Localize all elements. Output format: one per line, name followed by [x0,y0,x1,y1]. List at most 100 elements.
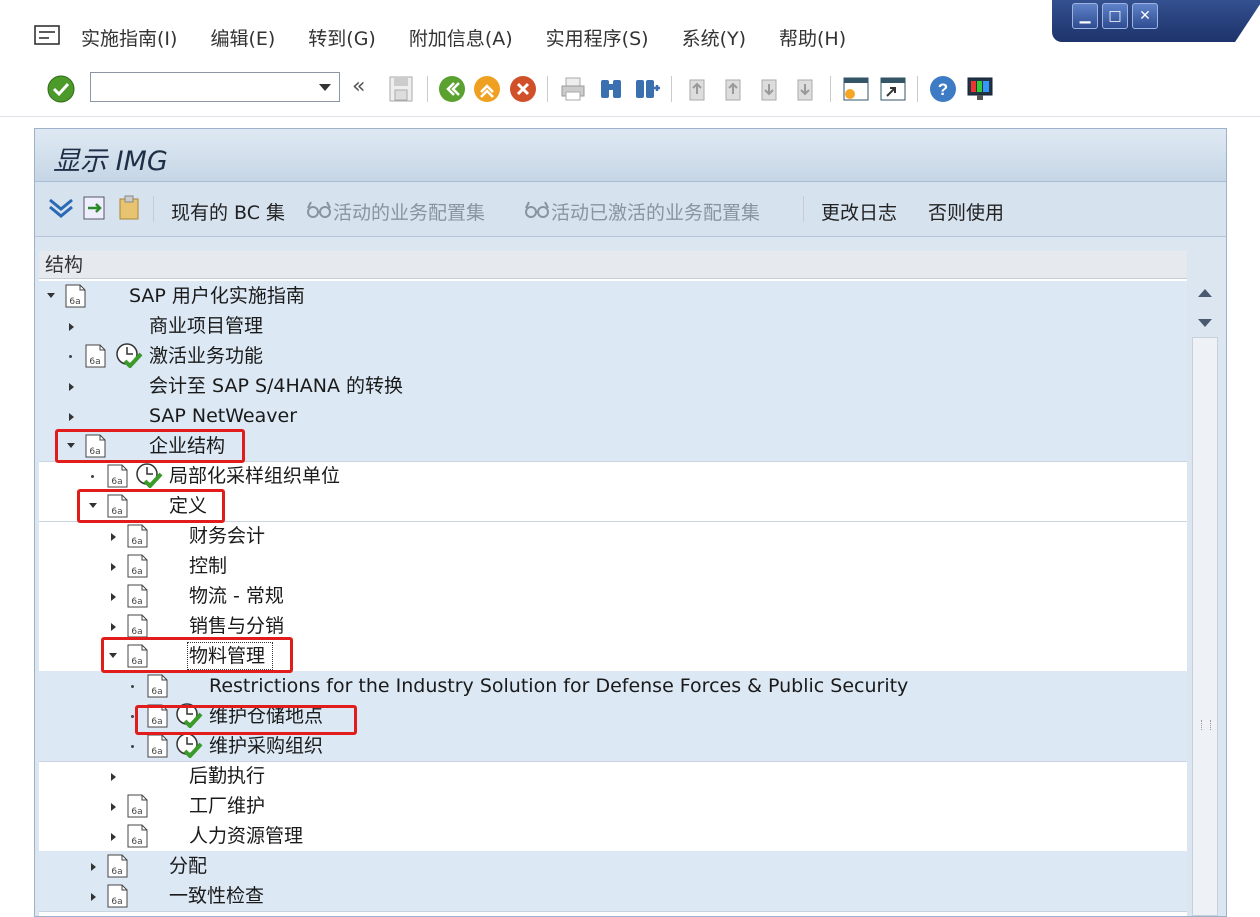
document-icon: 6a [127,524,148,548]
expand-arrow-icon[interactable] [91,893,96,901]
export-icon[interactable] [81,194,109,222]
scroll-track[interactable] [1192,337,1218,916]
document-icon[interactable]: 6a [145,734,171,758]
tree-node-label[interactable]: SAP NetWeaver [149,401,297,431]
tree-node[interactable]: 6a 财务会计 [39,521,1187,551]
tree-node[interactable]: SAP NetWeaver [39,401,1187,431]
expand-arrow-icon[interactable] [111,833,116,841]
menu-extras[interactable]: 附加信息(A) [409,24,513,51]
svg-text:6a: 6a [131,597,142,607]
tree-node-label[interactable]: 局部化采样组织单位 [169,461,340,491]
tree-node-label[interactable]: 分配 [169,851,207,881]
menu-system[interactable]: 系统(Y) [682,24,746,51]
exit-icon[interactable] [472,74,502,104]
tree-node[interactable]: 后勤执行 [39,761,1187,791]
tree-node-label[interactable]: 会计至 SAP S/4HANA 的转换 [149,371,403,401]
menu-implementation-guide[interactable]: 实施指南(I) [81,24,177,51]
next-page-icon[interactable] [754,74,784,104]
scroll-grip-icon[interactable] [1201,720,1211,730]
tree-node[interactable]: 6a Restrictions for the Industry Solutio… [39,671,1187,701]
change-log-button[interactable]: 更改日志 [821,198,897,225]
tree-node[interactable]: 6a 人力资源管理 [39,821,1187,852]
expand-arrow-icon[interactable] [111,623,116,631]
tree-node[interactable]: 6a 控制 [39,551,1187,581]
existing-bc-sets-button[interactable]: 现有的 BC 集 [171,198,285,225]
tree-node-label[interactable]: SAP 用户化实施指南 [129,281,305,311]
tree-node[interactable]: 6a 工厂维护 [39,791,1187,821]
tree-node[interactable]: 6a SAP 用户化实施指南 [39,281,1187,312]
help-icon[interactable]: ? [928,74,958,104]
tree-node[interactable]: 6a 维护采购组织 [39,731,1187,762]
scroll-up-icon[interactable] [1198,289,1212,297]
tree-node-label[interactable]: 控制 [189,551,227,581]
tree-node-label[interactable]: 维护采购组织 [209,731,323,761]
menu-utilities[interactable]: 实用程序(S) [546,24,649,51]
tree-node-label[interactable]: 一致性检查 [169,881,264,911]
clipboard-icon[interactable] [115,194,143,222]
save-icon[interactable] [386,74,416,104]
tree-node-label[interactable]: 后勤执行 [189,761,265,791]
enter-check-icon[interactable] [46,74,76,104]
document-icon[interactable]: 6a [145,674,171,698]
tree-node[interactable]: 商业项目管理 [39,311,1187,341]
create-session-icon[interactable] [841,74,871,104]
shortcut-icon[interactable] [878,74,908,104]
vertical-scrollbar[interactable] [1187,279,1226,916]
active-bc-sets-button[interactable]: 活动的业务配置集 [333,198,485,225]
print-icon[interactable] [558,74,588,104]
expand-arrow-icon[interactable] [69,383,74,391]
tree-node-label[interactable]: 激活业务功能 [149,341,263,371]
tree-node[interactable]: 会计至 SAP S/4HANA 的转换 [39,371,1187,401]
activated-bc-sets-button[interactable]: 活动已激活的业务配置集 [551,198,760,225]
expand-arrow-icon[interactable] [69,413,74,421]
first-page-icon[interactable] [682,74,712,104]
last-page-icon[interactable] [790,74,820,104]
tree-node[interactable]: 6a 激活业务功能 [39,341,1187,371]
close-button[interactable]: ✕ [1132,3,1158,29]
expand-arrow-icon[interactable] [111,803,116,811]
cancel-icon[interactable] [508,74,538,104]
find-next-icon[interactable] [632,74,662,104]
menu-edit[interactable]: 编辑(E) [210,24,275,51]
document-icon[interactable]: 6a [83,344,109,368]
scroll-down-icon[interactable] [1198,319,1212,327]
expand-arrow-icon[interactable] [111,563,116,571]
tree-node-label[interactable]: 工厂维护 [189,791,265,821]
tree-node[interactable]: 6a 物流 - 常规 [39,581,1187,611]
previous-page-icon[interactable] [718,74,748,104]
tree-node-label[interactable]: 商业项目管理 [149,311,263,341]
customize-layout-icon[interactable] [965,74,995,104]
tree-node-label[interactable]: 财务会计 [189,521,265,551]
expand-subtree-icon[interactable] [47,194,75,222]
document-icon: 6a [127,614,148,638]
execute-activity-icon[interactable] [115,342,143,368]
document-icon[interactable]: 6a [105,464,131,488]
expand-arrow-icon[interactable] [91,863,96,871]
collapse-arrow-icon[interactable] [47,293,55,298]
tree-node[interactable]: 6a 分配 [39,851,1187,881]
glasses-icon[interactable] [305,196,333,224]
back-icon[interactable] [437,74,467,104]
tree-node-label[interactable]: Restrictions for the Industry Solution f… [209,671,908,701]
execute-activity-icon[interactable] [175,732,203,758]
minimize-button[interactable]: ▁ [1072,3,1098,29]
menu-help[interactable]: 帮助(H) [779,24,846,51]
expand-arrow-icon[interactable] [111,533,116,541]
tree-node[interactable]: 6a 局部化采样组织单位 [39,461,1187,491]
tree-node-label[interactable]: 物流 - 常规 [189,581,284,611]
expand-arrow-icon[interactable] [111,593,116,601]
otherwise-use-button[interactable]: 否则使用 [928,198,1004,225]
tree-node-label[interactable]: 人力资源管理 [189,821,303,851]
chevron-down-icon[interactable] [319,84,331,91]
glasses-icon[interactable] [523,196,551,224]
command-field[interactable] [90,72,340,102]
collapse-chevrons-icon[interactable]: « [352,74,365,99]
menu-goto[interactable]: 转到(G) [308,24,376,51]
find-icon[interactable] [596,74,626,104]
execute-activity-icon[interactable] [135,462,163,488]
tree-node[interactable]: 6a 一致性检查 [39,881,1187,912]
expand-arrow-icon[interactable] [111,773,116,781]
menu-toggle-icon[interactable] [34,24,60,46]
maximize-button[interactable]: □ [1102,3,1128,29]
expand-arrow-icon[interactable] [69,323,74,331]
